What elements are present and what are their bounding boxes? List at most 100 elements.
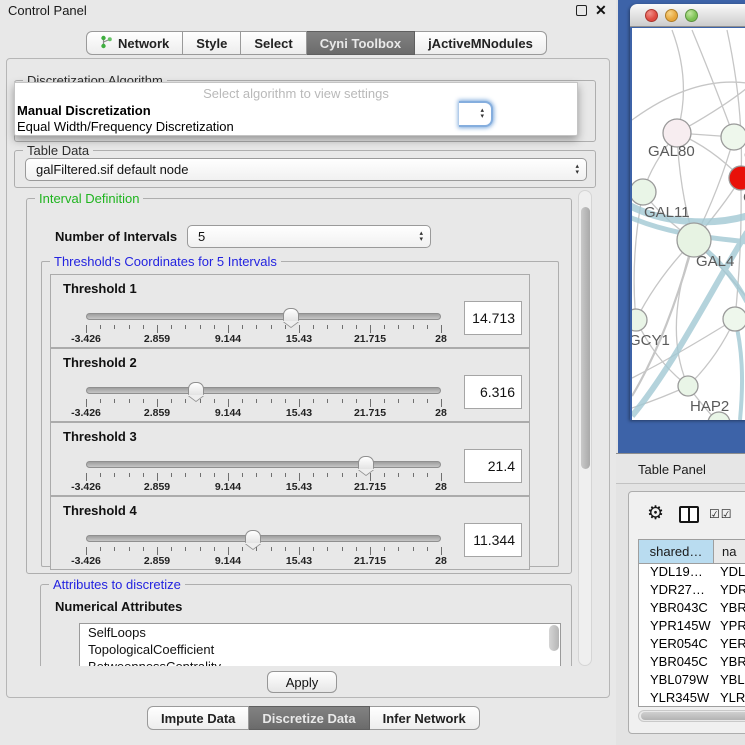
float-window-icon[interactable] — [576, 5, 587, 16]
network-node[interactable] — [677, 223, 711, 257]
tick-mark — [342, 325, 343, 329]
table-row[interactable]: YBR045CYBR0 — [639, 654, 745, 672]
gear-icon[interactable]: ⚙ — [647, 502, 664, 525]
tick-mark — [427, 473, 428, 477]
slider-ticks — [86, 473, 441, 481]
tick-mark — [370, 473, 371, 481]
network-node[interactable] — [632, 309, 647, 331]
tab-select[interactable]: Select — [241, 31, 306, 55]
tick-mark — [271, 473, 272, 477]
threshold-slider[interactable] — [86, 387, 441, 394]
network-node[interactable] — [632, 179, 656, 205]
tick-mark — [441, 547, 442, 555]
table-row[interactable]: YBL079WYBL0 — [639, 672, 745, 690]
slider-thumb[interactable] — [358, 456, 374, 469]
network-canvas[interactable]: GAL80GCGAL11GAL4GCY1HHAP2 — [632, 28, 745, 420]
cell-name: YBR0 — [714, 600, 745, 618]
network-node[interactable] — [678, 376, 698, 396]
tick-mark — [242, 399, 243, 403]
tick-label: 2.859 — [144, 333, 170, 345]
bottom-tab-impute-data[interactable]: Impute Data — [147, 706, 249, 730]
slider-thumb[interactable] — [245, 530, 261, 543]
cell-shared-name: YBR045C — [639, 654, 714, 672]
table-data-title: Table Data — [23, 143, 93, 158]
tick-mark — [413, 325, 414, 329]
tab-jactivemnodules[interactable]: jActiveMNodules — [415, 31, 547, 55]
threshold-slider[interactable] — [86, 313, 441, 320]
minimize-traffic-light-icon[interactable] — [665, 9, 678, 22]
network-node[interactable] — [723, 307, 745, 331]
list-item[interactable]: SelfLoops — [80, 624, 560, 641]
table-row[interactable]: YER054CYER0 — [639, 636, 745, 654]
tick-label: 9.144 — [215, 481, 241, 493]
column-header[interactable]: shared… — [639, 540, 714, 563]
table-data-combobox[interactable]: galFiltered.sif default node ▴▾ — [25, 158, 587, 181]
node-label: GAL11 — [644, 204, 690, 221]
threshold-slider[interactable] — [86, 461, 441, 468]
close-icon[interactable]: ✕ — [595, 2, 607, 19]
tick-mark — [228, 547, 229, 555]
checkbox-toggle-icons[interactable]: ☑☑ — [709, 507, 733, 521]
tick-mark — [214, 399, 215, 403]
tick-mark — [242, 547, 243, 551]
column-header[interactable]: na — [714, 540, 745, 563]
tick-mark — [86, 325, 87, 333]
tick-mark — [129, 325, 130, 329]
attributes-scrollbar[interactable] — [549, 625, 559, 651]
table-header-row: shared…na — [639, 540, 745, 564]
threshold-value-field[interactable]: 14.713 — [464, 301, 522, 335]
tick-mark — [200, 399, 201, 403]
settings-vertical-scrollbar[interactable] — [578, 190, 592, 666]
zoom-traffic-light-icon[interactable] — [685, 9, 698, 22]
tick-mark — [327, 399, 328, 403]
threshold-value-field[interactable]: 6.316 — [464, 375, 522, 409]
tab-style[interactable]: Style — [183, 31, 241, 55]
dropdown-item[interactable]: Manual Discretization — [17, 103, 151, 118]
slider-thumb[interactable] — [188, 382, 204, 395]
tick-mark — [427, 325, 428, 329]
threshold-value-field[interactable]: 11.344 — [464, 523, 522, 557]
tick-mark — [185, 473, 186, 477]
interval-definition-group: Interval Definition Number of Intervals … — [26, 198, 572, 574]
table-row[interactable]: YBR043CYBR0 — [639, 600, 745, 618]
dropdown-item[interactable]: Equal Width/Frequency Discretization — [17, 119, 234, 134]
cell-shared-name: YPR145W — [639, 618, 714, 636]
table-row[interactable]: YPR145WYPR1 — [639, 618, 745, 636]
numerical-attributes-label: Numerical Attributes — [55, 599, 182, 614]
table-row[interactable]: YLR345WYLR3 — [639, 690, 745, 707]
bottom-tab-infer-network[interactable]: Infer Network — [370, 706, 480, 730]
tab-label: jActiveMNodules — [428, 36, 533, 51]
column-layout-icon[interactable] — [679, 506, 699, 523]
slider-thumb[interactable] — [283, 308, 299, 321]
tab-cyni-toolbox[interactable]: Cyni Toolbox — [307, 31, 415, 55]
table-row[interactable]: YDL19…YDL1 — [639, 564, 745, 582]
scrollbar-thumb[interactable] — [581, 207, 590, 469]
tick-mark — [342, 547, 343, 551]
tick-mark — [356, 547, 357, 551]
tick-mark — [313, 473, 314, 477]
apply-button[interactable]: Apply — [267, 671, 337, 693]
algorithm-combobox-focused[interactable]: ▴▾ — [459, 101, 493, 127]
node-table: shared…na YDL19…YDL1YDR27…YDR2YBR043CYBR… — [638, 539, 745, 707]
bottom-tab-discretize-data[interactable]: Discretize Data — [249, 706, 369, 730]
table-row[interactable]: YDR27…YDR2 — [639, 582, 745, 600]
list-item[interactable]: BetweennessCentrality — [80, 658, 560, 666]
numerical-attributes-list[interactable]: SelfLoopsTopologicalCoefficientBetweenne… — [79, 623, 561, 666]
tick-label: 21.715 — [354, 333, 386, 345]
tab-network[interactable]: Network — [86, 31, 183, 55]
table-horizontal-scrollbar[interactable] — [638, 710, 745, 722]
list-item[interactable]: TopologicalCoefficient — [80, 641, 560, 658]
tick-mark — [171, 325, 172, 329]
threshold-value-field[interactable]: 21.4 — [464, 449, 522, 483]
network-node[interactable] — [721, 124, 745, 150]
cell-shared-name: YDR27… — [639, 582, 714, 600]
tick-mark — [185, 547, 186, 551]
number-of-intervals-combobox[interactable]: 5 ▴▾ — [187, 225, 431, 248]
tick-mark — [441, 473, 442, 481]
hscrollbar-thumb[interactable] — [641, 712, 745, 720]
close-traffic-light-icon[interactable] — [645, 9, 658, 22]
cell-name: YDR2 — [714, 582, 745, 600]
network-node[interactable] — [729, 166, 745, 190]
threshold-slider[interactable] — [86, 535, 441, 542]
tick-label: 21.715 — [354, 481, 386, 493]
